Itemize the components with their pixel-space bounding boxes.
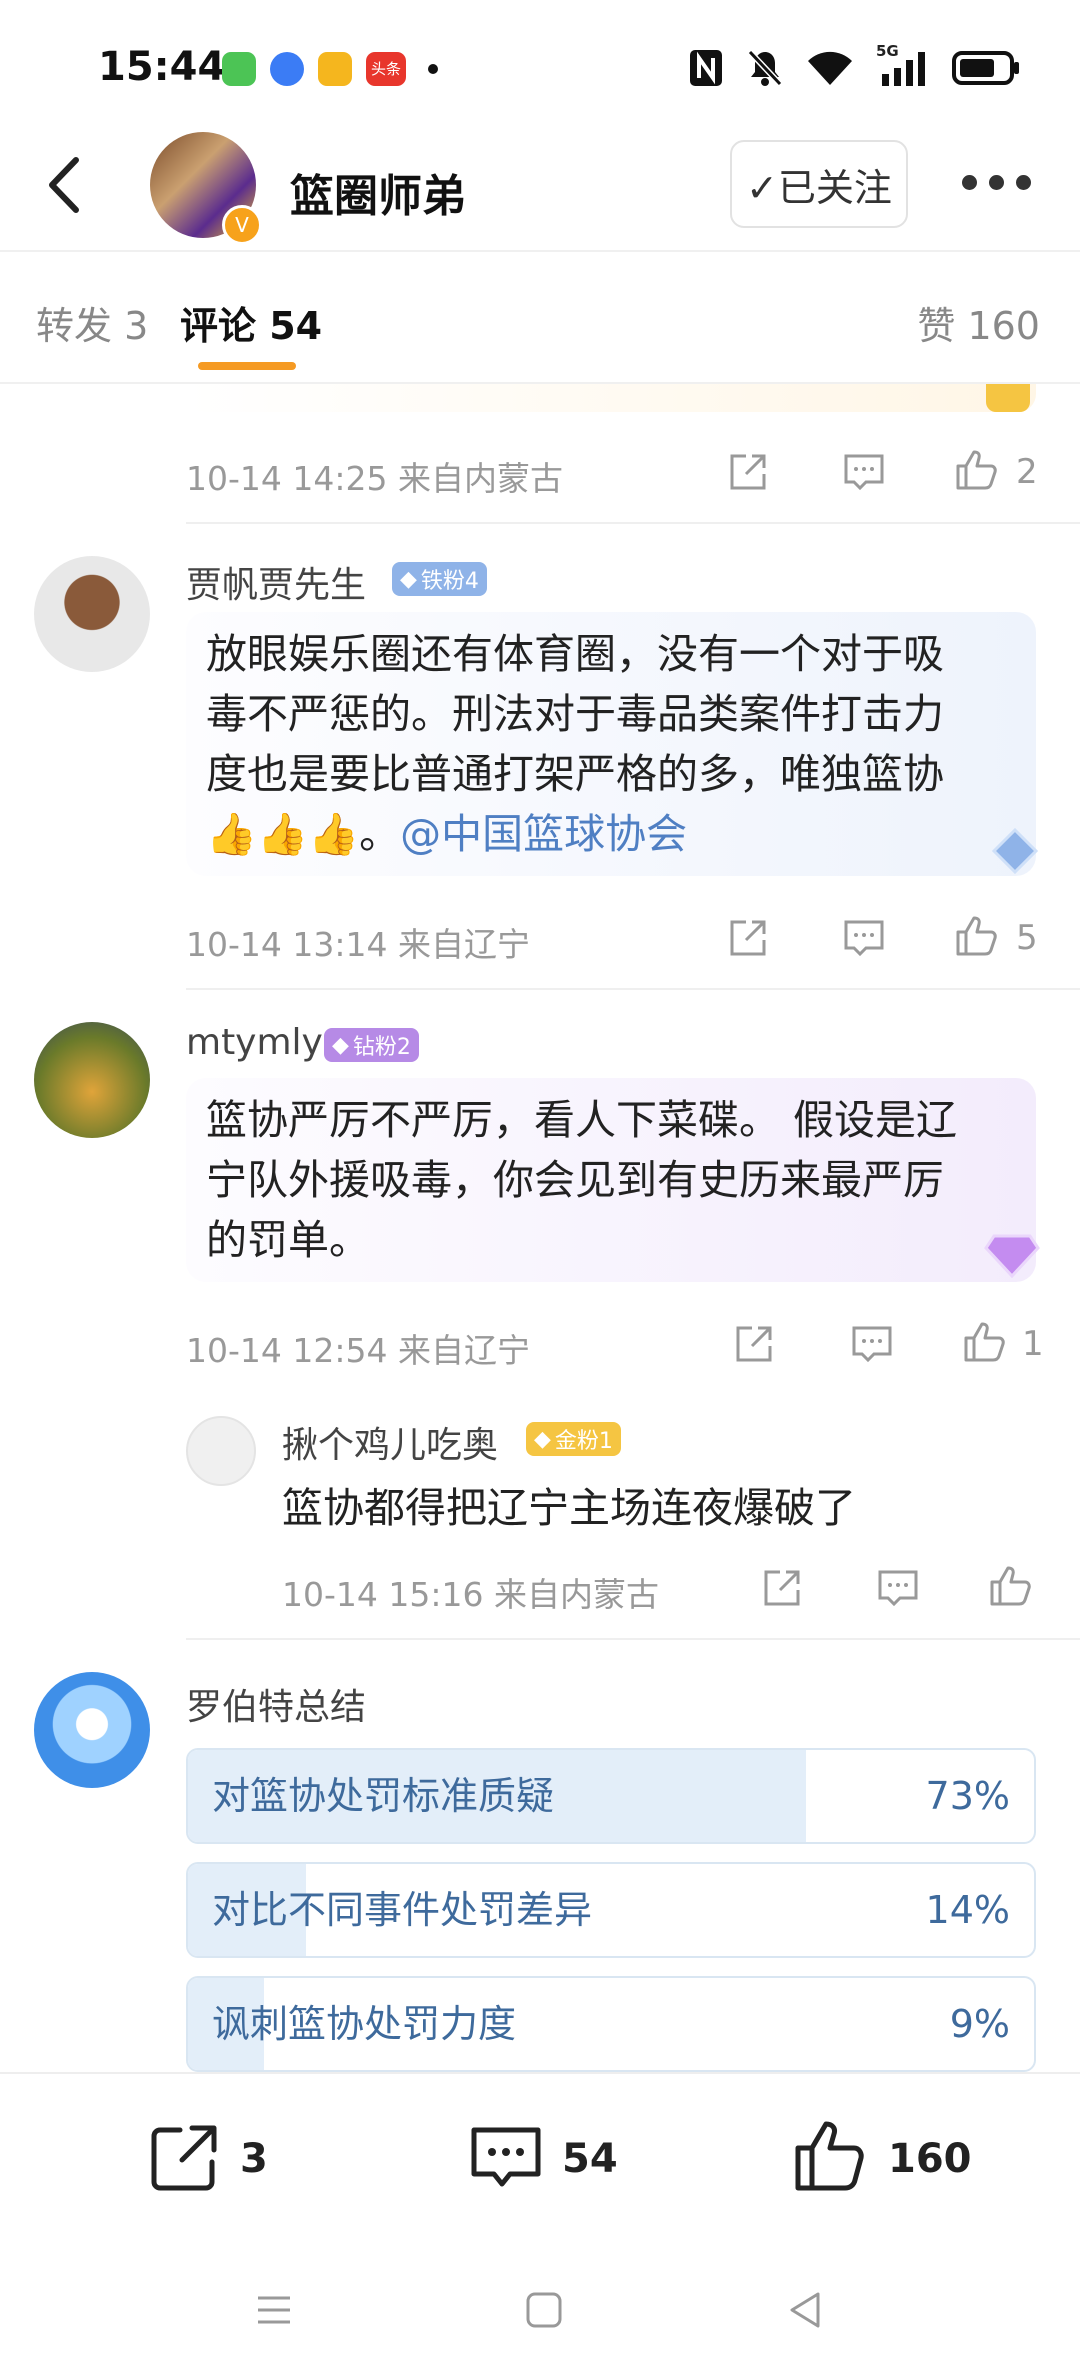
tab-likes[interactable]: 赞 160 — [917, 295, 1040, 350]
thumbs-emoji: 👍👍👍 — [206, 810, 360, 858]
fan-badge: ◆ 铁粉4 — [392, 562, 487, 596]
divider — [186, 522, 1080, 524]
fan-badge-label: 铁粉4 — [420, 569, 479, 594]
status-bar: 15:44 头条 5G — [0, 0, 1080, 130]
share-icon[interactable] — [726, 916, 770, 960]
comment-count[interactable]: 54 — [562, 2136, 618, 2182]
like-icon[interactable] — [954, 914, 998, 958]
comment-username[interactable]: 贾帆贾先生 — [186, 556, 366, 608]
reply-text: 篮协都得把辽宁主场连夜爆破了 — [282, 1484, 856, 1532]
menu-icon[interactable] — [254, 2290, 294, 2330]
like-icon[interactable] — [790, 2116, 870, 2196]
dot-icon — [428, 64, 438, 74]
nfc-icon — [690, 50, 722, 86]
like-count: 5 — [1016, 918, 1038, 958]
repost-count[interactable]: 3 — [240, 2136, 268, 2182]
diamond-icon: ◆ — [534, 1426, 551, 1452]
diamond-medal-icon — [984, 1234, 1040, 1279]
comment-line: 宁队外援吸毒，你会见到有史历来最严厉 — [206, 1156, 944, 1204]
like-icon[interactable] — [988, 1564, 1032, 1608]
share-icon[interactable] — [726, 450, 770, 494]
battery-icon — [952, 51, 1019, 85]
fan-badge: ◆ 钻粉2 — [324, 1028, 419, 1062]
comment-line: 的罚单。 — [206, 1216, 370, 1264]
diamond-medal-icon — [991, 827, 1039, 875]
comment-meta: 10-14 12:54 来自辽宁 — [186, 1331, 530, 1370]
summary-title: 罗伯特总结 — [186, 1687, 367, 1728]
like-count: 1 — [1022, 1324, 1044, 1364]
diamond-icon: ◆ — [332, 1032, 349, 1058]
comment-bubble: 篮协严厉不严厉，看人下菜碟。 假设是辽 宁队外援吸毒，你会见到有史历来最严厉 的… — [186, 1078, 1036, 1282]
weibo-icon — [318, 52, 352, 86]
chevron-left-icon[interactable] — [40, 150, 90, 220]
summary-option-percent: 9% — [949, 2002, 1010, 2046]
mention-link[interactable]: @中国篮球协会 — [400, 810, 687, 858]
reply-meta: 10-14 15:16 来自内蒙古 — [282, 1575, 659, 1614]
reply-avatar[interactable] — [186, 1416, 256, 1486]
divider — [186, 1638, 1080, 1640]
comment-meta: 10-14 14:25 来自内蒙古 — [186, 459, 563, 498]
repost-icon[interactable] — [146, 2120, 222, 2196]
summary-option-label: 讽刺篮协处罚力度 — [212, 2002, 517, 2046]
tab-indicator — [198, 362, 296, 370]
reply-username[interactable]: 揪个鸡儿吃奥 — [282, 1416, 498, 1468]
back-triangle-icon[interactable] — [786, 2290, 826, 2330]
more-dots-icon[interactable] — [962, 175, 1032, 195]
summary-option[interactable]: 对篮协处罚标准质疑 73% — [186, 1748, 1036, 1844]
comment-line: 放眼娱乐圈还有体育圈，没有一个对于吸 — [206, 630, 944, 678]
comment-bubble: 放眼娱乐圈还有体育圈，没有一个对于吸 毒不严惩的。刑法对于毒品类案件打击力 度也… — [186, 612, 1036, 876]
home-icon[interactable] — [524, 2290, 564, 2330]
diamond-icon: ◆ — [400, 566, 417, 592]
comment-icon[interactable] — [842, 450, 886, 494]
fan-badge-label: 金粉1 — [554, 1429, 613, 1454]
tab-comments[interactable]: 评论 54 — [180, 295, 322, 350]
fan-badge: ◆ 金粉1 — [526, 1422, 621, 1456]
like-count[interactable]: 160 — [888, 2136, 972, 2182]
comment-line: 篮协严厉不严厉，看人下菜碟。 假设是辽 — [206, 1096, 958, 1144]
summary-option-percent: 73% — [925, 1774, 1010, 1818]
user-avatar[interactable] — [34, 556, 150, 672]
fan-badge-label: 钻粉2 — [352, 1035, 411, 1060]
verified-badge-icon: V — [222, 205, 262, 245]
mute-icon — [747, 49, 783, 87]
share-icon[interactable] — [732, 1322, 776, 1366]
comment-icon[interactable] — [850, 1322, 894, 1366]
share-icon[interactable] — [760, 1566, 804, 1610]
comment-icon[interactable] — [842, 916, 886, 960]
tab-reposts[interactable]: 转发 3 — [36, 295, 148, 350]
divider — [186, 988, 1080, 990]
wechat-icon — [222, 52, 256, 86]
follow-button[interactable]: ✓已关注 — [730, 140, 908, 228]
page-title[interactable]: 篮圈师弟 — [290, 160, 466, 224]
summary-option[interactable]: 对比不同事件处罚差异 14% — [186, 1862, 1036, 1958]
robot-avatar — [34, 1672, 150, 1788]
toutiao-icon: 头条 — [366, 52, 406, 86]
status-time: 15:44 — [98, 44, 226, 90]
wifi-icon — [808, 51, 852, 85]
signal-5g-icon: 5G — [876, 42, 930, 88]
like-icon[interactable] — [962, 1320, 1006, 1364]
comment-icon[interactable] — [876, 1566, 920, 1610]
user-avatar[interactable] — [34, 1022, 150, 1138]
summary-option-percent: 14% — [925, 1888, 1010, 1932]
comment-text-tail: 。 — [359, 810, 401, 858]
status-right: 5G — [688, 42, 1020, 90]
browser-icon — [270, 52, 304, 86]
divider — [0, 250, 1080, 252]
summary-option-label: 对比不同事件处罚差异 — [212, 1888, 593, 1932]
comment-meta: 10-14 13:14 来自辽宁 — [186, 925, 530, 964]
comment-bubble-partial — [186, 384, 1036, 412]
summary-option-label: 对篮协处罚标准质疑 — [212, 1774, 555, 1818]
comment-icon[interactable] — [466, 2120, 546, 2200]
comment-line: 毒不严惩的。刑法对于毒品类案件打击力 — [206, 690, 944, 738]
like-count: 2 — [1016, 452, 1038, 492]
comment-username[interactable]: mtymly — [186, 1022, 323, 1063]
fan-medal-icon — [986, 384, 1030, 412]
summary-option[interactable]: 讽刺篮协处罚力度 9% — [186, 1976, 1036, 2072]
comment-line: 度也是要比普通打架严格的多，唯独篮协 — [206, 750, 944, 798]
like-icon[interactable] — [954, 448, 998, 492]
